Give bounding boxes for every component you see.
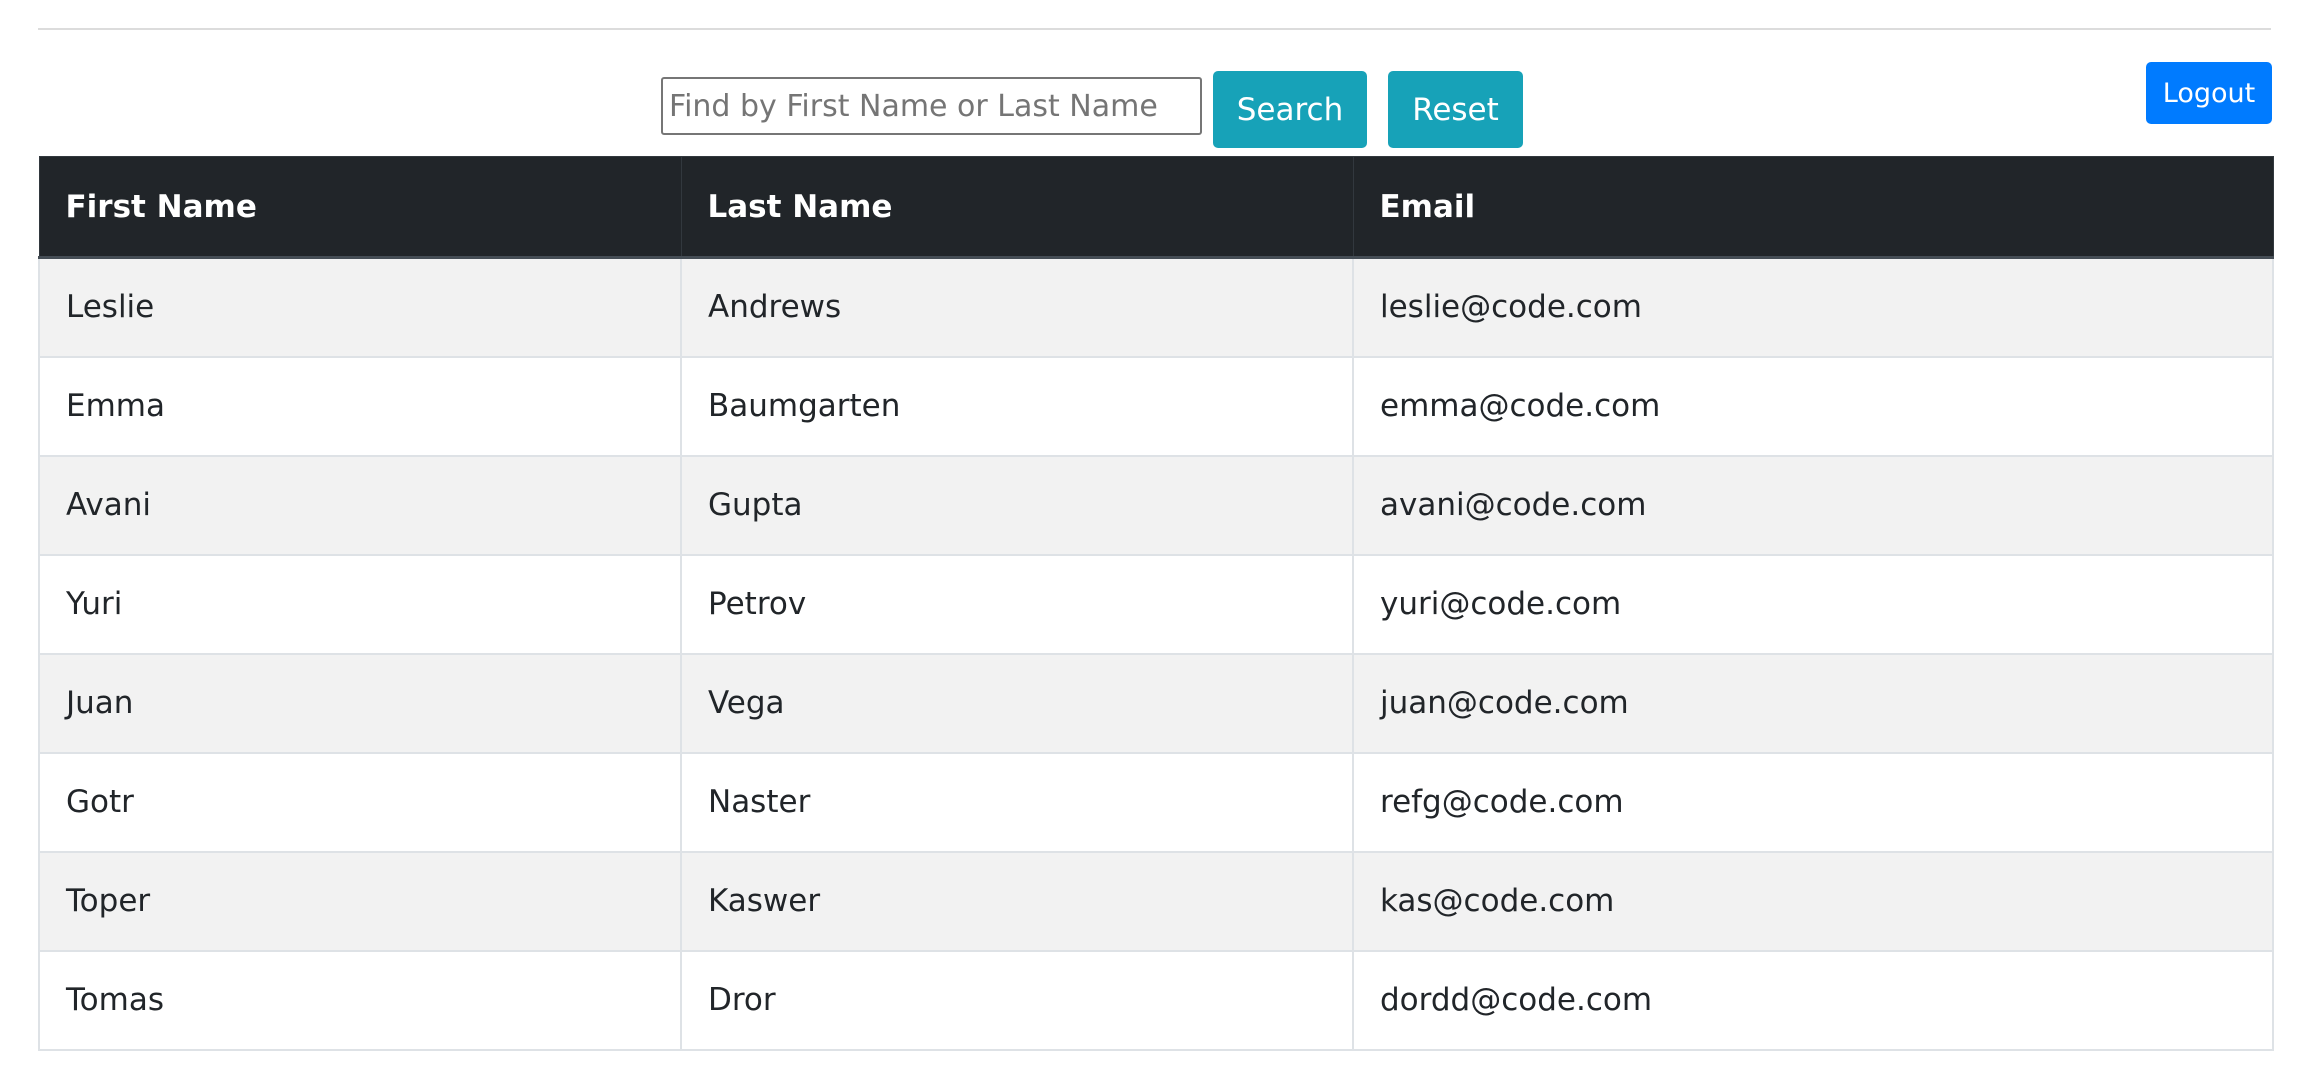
table-row: Emma Baumgarten emma@code.com — [38, 355, 2274, 457]
cell-last-name: Kaswer — [680, 850, 1354, 952]
table-row: Yuri Petrov yuri@code.com — [38, 553, 2274, 655]
cell-email: yuri@code.com — [1352, 553, 2274, 655]
cell-email: emma@code.com — [1352, 355, 2274, 457]
cell-first-name: Leslie — [38, 256, 682, 358]
table-header-row: First Name Last Name Email — [38, 156, 2274, 259]
cell-first-name: Yuri — [38, 553, 682, 655]
cell-email: leslie@code.com — [1352, 256, 2274, 358]
cell-email: avani@code.com — [1352, 454, 2274, 556]
cell-last-name: Baumgarten — [680, 355, 1354, 457]
cell-email: dordd@code.com — [1352, 949, 2274, 1051]
cell-last-name: Gupta — [680, 454, 1354, 556]
column-header-email: Email — [1352, 156, 2274, 259]
cell-email: juan@code.com — [1352, 652, 2274, 754]
cell-last-name: Dror — [680, 949, 1354, 1051]
search-input[interactable] — [661, 77, 1202, 135]
reset-button[interactable]: Reset — [1388, 71, 1523, 148]
cell-first-name: Avani — [38, 454, 682, 556]
table-row: Juan Vega juan@code.com — [38, 652, 2274, 754]
table-row: Avani Gupta avani@code.com — [38, 454, 2274, 556]
cell-first-name: Juan — [38, 652, 682, 754]
logout-button[interactable]: Logout — [2146, 62, 2272, 124]
cell-last-name: Vega — [680, 652, 1354, 754]
table-row: Leslie Andrews leslie@code.com — [38, 256, 2274, 358]
cell-first-name: Emma — [38, 355, 682, 457]
cell-last-name: Naster — [680, 751, 1354, 853]
column-header-first-name: First Name — [38, 156, 682, 259]
users-page: Search Reset Logout First Name Last Name… — [0, 0, 2308, 1069]
users-table: First Name Last Name Email Leslie Andrew… — [38, 156, 2274, 1051]
table-body: Leslie Andrews leslie@code.com Emma Baum… — [38, 256, 2274, 1051]
cell-first-name: Gotr — [38, 751, 682, 853]
cell-first-name: Tomas — [38, 949, 682, 1051]
top-divider — [38, 28, 2271, 30]
search-button[interactable]: Search — [1213, 71, 1367, 148]
column-header-last-name: Last Name — [680, 156, 1354, 259]
cell-last-name: Petrov — [680, 553, 1354, 655]
cell-email: kas@code.com — [1352, 850, 2274, 952]
table-row: Gotr Naster refg@code.com — [38, 751, 2274, 853]
cell-email: refg@code.com — [1352, 751, 2274, 853]
table-row: Toper Kaswer kas@code.com — [38, 850, 2274, 952]
cell-last-name: Andrews — [680, 256, 1354, 358]
table-row: Tomas Dror dordd@code.com — [38, 949, 2274, 1051]
cell-first-name: Toper — [38, 850, 682, 952]
table-header: First Name Last Name Email — [38, 156, 2274, 259]
